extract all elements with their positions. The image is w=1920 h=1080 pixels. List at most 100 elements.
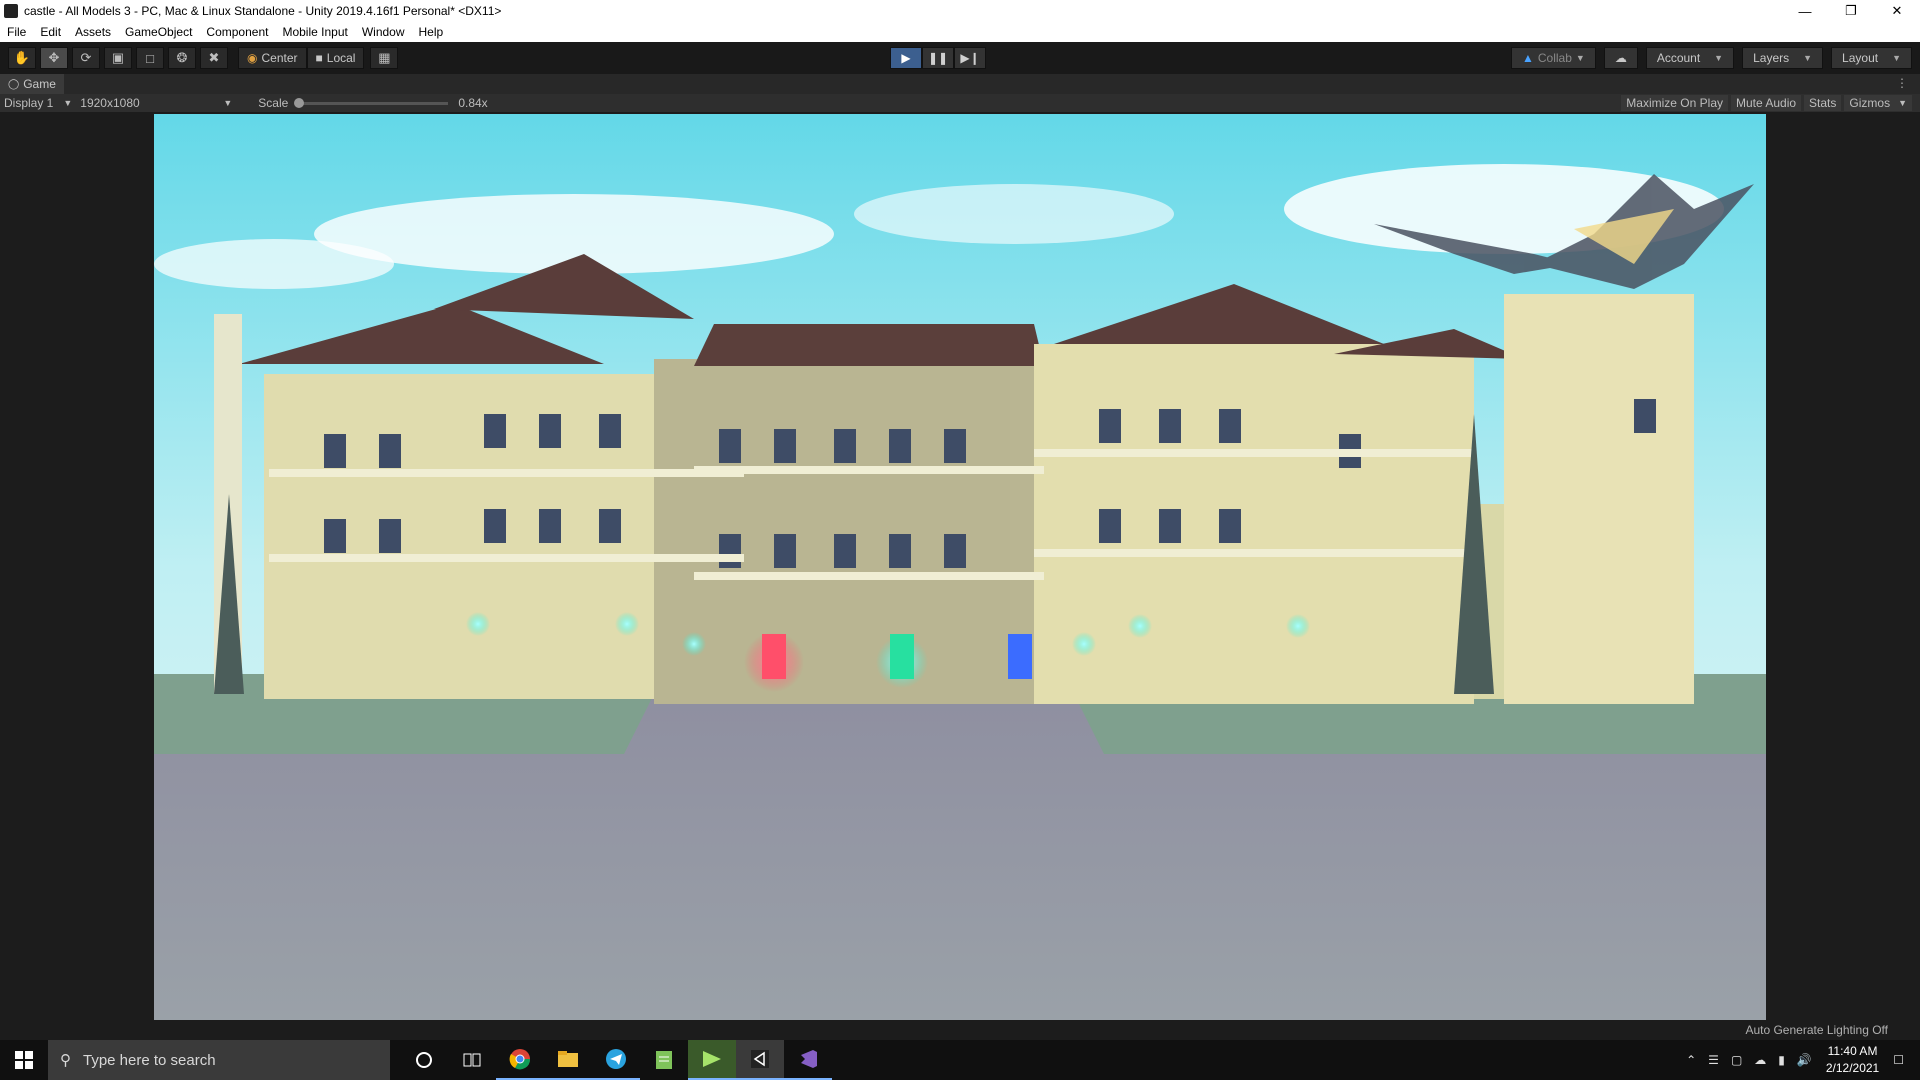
pause-button[interactable]: ❚❚ xyxy=(922,47,954,69)
chevron-down-icon: ▼ xyxy=(63,98,73,108)
play-controls: ▶ ❚❚ ▶❙ xyxy=(890,47,986,69)
grid-snap-icon[interactable]: ▦ xyxy=(370,47,399,69)
network-icon[interactable]: ☰ xyxy=(1708,1053,1719,1067)
toolbar-right: ▲ Collab ▼ ☁ Account ▼ Layers ▼ Layout ▼ xyxy=(1503,47,1912,69)
game-tab-bar: ◯ Game ⋮ xyxy=(0,74,1920,94)
chevron-down-icon: ▼ xyxy=(1575,53,1585,63)
close-button[interactable]: ✕ xyxy=(1874,0,1920,22)
menu-assets[interactable]: Assets xyxy=(68,25,118,39)
maximize-on-play-toggle[interactable]: Maximize On Play xyxy=(1621,95,1728,111)
menu-bar: File Edit Assets GameObject Component Mo… xyxy=(0,22,1920,42)
battery-icon[interactable]: ▮ xyxy=(1778,1053,1785,1067)
taskbar-clock[interactable]: 11:40 AM 2/12/2021 xyxy=(1826,1043,1879,1077)
clock-date: 2/12/2021 xyxy=(1825,1061,1880,1075)
game-view-options: Maximize On Play Mute Audio Stats Gizmos… xyxy=(1618,94,1912,112)
space-label: Local xyxy=(326,51,356,65)
clock-time: 11:40 AM xyxy=(1827,1044,1878,1058)
system-tray: ⌃ ☰ ▢ ☁ ▮ 🔊 11:40 AM 2/12/2021 ☐ xyxy=(1680,1040,1920,1080)
menu-gameobject[interactable]: GameObject xyxy=(118,25,199,39)
status-bar: Auto Generate Lighting Off xyxy=(0,1020,1920,1040)
menu-component[interactable]: Component xyxy=(199,25,275,39)
tab-game-label: Game xyxy=(23,77,56,91)
resolution-dropdown[interactable]: 1920x1080 ▼ xyxy=(76,96,236,110)
pivot-center-toggle[interactable]: ◉ Center xyxy=(238,47,307,69)
scale-tool-icon[interactable]: ▣ xyxy=(104,47,132,69)
volume-icon[interactable]: 🔊 xyxy=(1797,1053,1812,1067)
cloud-button[interactable]: ☁ xyxy=(1603,47,1638,69)
transform-tool-icon[interactable]: ❂ xyxy=(168,47,196,69)
unity-app-icon xyxy=(4,4,18,18)
account-label: Account xyxy=(1656,51,1701,65)
move-tool-icon[interactable]: ✥ xyxy=(40,47,68,69)
hand-tool-icon[interactable]: ✋ xyxy=(8,47,36,69)
layers-label: Layers xyxy=(1753,51,1790,65)
menu-edit[interactable]: Edit xyxy=(33,25,68,39)
menu-help[interactable]: Help xyxy=(412,25,451,39)
chrome-icon[interactable] xyxy=(496,1040,544,1080)
menu-mobile-input[interactable]: Mobile Input xyxy=(275,25,354,39)
collab-button[interactable]: ▲ Collab ▼ xyxy=(1510,47,1596,69)
onedrive-icon[interactable]: ☁ xyxy=(1754,1053,1766,1067)
collab-label: Collab xyxy=(1537,51,1572,65)
notepad-icon[interactable] xyxy=(640,1040,688,1080)
chevron-down-icon: ▼ xyxy=(1898,98,1907,108)
title-bar: castle - All Models 3 - PC, Mac & Linux … xyxy=(0,0,1920,22)
stats-toggle[interactable]: Stats xyxy=(1804,95,1842,111)
step-button[interactable]: ▶❙ xyxy=(954,47,986,69)
minimize-button[interactable]: — xyxy=(1782,0,1828,22)
scale-control: Scale 0.84x xyxy=(246,96,487,110)
chevron-up-icon[interactable]: ⌃ xyxy=(1686,1053,1696,1067)
notifications-icon[interactable]: ☐ xyxy=(1893,1053,1904,1067)
task-view-icon[interactable] xyxy=(448,1040,496,1080)
telegram-icon[interactable] xyxy=(592,1040,640,1080)
windows-taskbar: ⚲ Type here to search ⌃ ☰ ▢ ☁ ▮ 🔊 11:40 … xyxy=(0,1040,1920,1080)
chevron-down-icon: ▼ xyxy=(223,98,233,108)
layers-dropdown[interactable]: Layers ▼ xyxy=(1742,47,1824,69)
gizmos-label: Gizmos xyxy=(1849,96,1891,110)
unity-taskbar-icon[interactable] xyxy=(736,1040,784,1080)
search-placeholder: Type here to search xyxy=(83,1051,216,1069)
rotate-tool-icon[interactable]: ⟳ xyxy=(72,47,100,69)
search-icon: ⚲ xyxy=(60,1052,71,1069)
game-viewport xyxy=(0,112,1920,1020)
lighting-status: Auto Generate Lighting Off xyxy=(1745,1023,1888,1037)
chevron-down-icon: ▼ xyxy=(1714,53,1724,63)
tab-game[interactable]: ◯ Game xyxy=(0,74,64,94)
visual-studio-icon[interactable] xyxy=(784,1040,832,1080)
display-label: Display 1 xyxy=(4,96,54,110)
taskbar-search-box[interactable]: ⚲ Type here to search xyxy=(48,1040,390,1080)
scale-label: Scale xyxy=(258,96,289,110)
game-scene-render[interactable] xyxy=(154,114,1766,1020)
scale-slider-handle[interactable] xyxy=(294,97,305,108)
mute-audio-toggle[interactable]: Mute Audio xyxy=(1731,95,1802,111)
custom-tool-icon[interactable]: ✖ xyxy=(200,47,228,69)
game-view-toolbar: Display 1 ▼ 1920x1080 ▼ Scale 0.84x Maximi… xyxy=(0,94,1920,112)
collab-icon: ▲ xyxy=(1521,51,1534,65)
layout-dropdown[interactable]: Layout ▼ xyxy=(1831,47,1912,69)
window-title: castle - All Models 3 - PC, Mac & Linux … xyxy=(24,4,502,18)
scale-slider[interactable] xyxy=(294,97,449,108)
file-explorer-icon[interactable] xyxy=(544,1040,592,1080)
menu-window[interactable]: Window xyxy=(355,25,412,39)
castle-scene-image xyxy=(154,114,1766,1020)
device-icon[interactable]: ▢ xyxy=(1731,1053,1742,1067)
resolution-label: 1920x1080 xyxy=(80,96,140,110)
media-player-icon[interactable] xyxy=(688,1040,736,1080)
menu-file[interactable]: File xyxy=(0,25,33,39)
pivot-icon: ◉ xyxy=(247,51,258,65)
windows-start-icon[interactable] xyxy=(0,1040,48,1080)
restore-button[interactable]: ❐ xyxy=(1828,0,1874,22)
cube-icon: ■ xyxy=(315,51,323,65)
pivot-label: Center xyxy=(261,51,298,65)
more-options-icon[interactable]: ⋮ xyxy=(1896,76,1908,90)
pivot-local-toggle[interactable]: ■ Local xyxy=(306,47,365,69)
play-button[interactable]: ▶ xyxy=(890,47,922,69)
account-dropdown[interactable]: Account ▼ xyxy=(1645,47,1735,69)
display-dropdown[interactable]: Display 1 ▼ xyxy=(0,96,76,110)
chevron-down-icon: ▼ xyxy=(1892,53,1901,63)
gizmos-dropdown[interactable]: Gizmos ▼ xyxy=(1844,95,1912,111)
scale-value: 0.84x xyxy=(458,96,488,110)
cortana-icon[interactable] xyxy=(400,1040,448,1080)
rect-tool-icon[interactable]: □ xyxy=(136,47,164,69)
cloud-icon: ☁ xyxy=(1614,51,1627,65)
